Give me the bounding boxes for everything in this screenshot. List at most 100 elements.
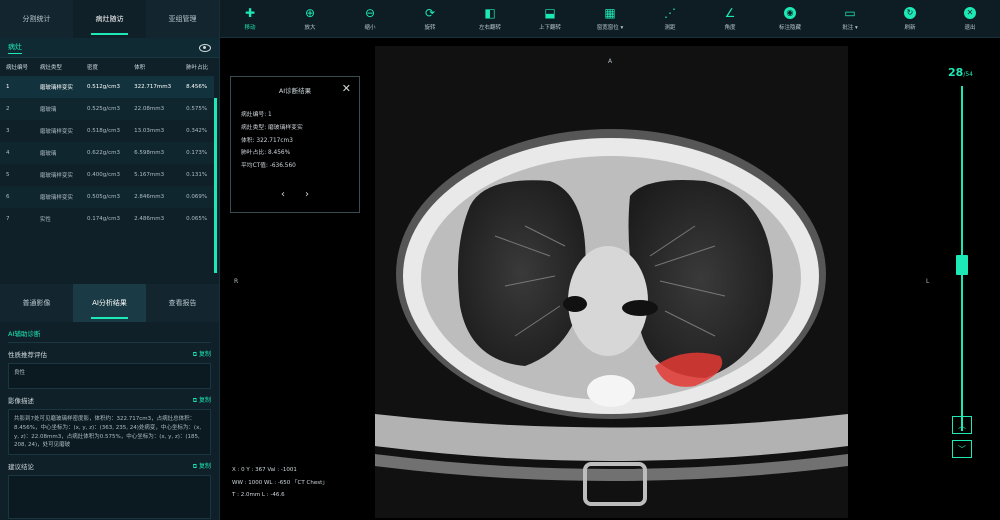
flip-horizontal-icon: ◧ xyxy=(484,6,496,20)
slice-total: /54 xyxy=(963,71,973,78)
toolbar-label: 角度 xyxy=(724,25,736,31)
table-cell: 13.03mm3 xyxy=(134,128,165,134)
lesion-nav: ‹ › xyxy=(231,189,359,200)
conclusion-label: 建议结论 xyxy=(8,463,34,471)
slice-down-button[interactable]: ﹀ xyxy=(952,440,972,458)
table-row[interactable]: 6 磨玻璃样变实 0.505g/cm3 2.846mm3 0.069% xyxy=(0,186,214,208)
toolbar-exit-button[interactable]: ✕ 退出 xyxy=(940,6,1000,31)
table-cell: 0.174g/cm3 xyxy=(87,216,120,222)
orientation-top: A xyxy=(608,58,613,65)
info-line: WW : 1000 WL : -650 「CT Chest」 xyxy=(232,479,328,486)
ai-row: 病灶类型: 磨玻璃样变实 xyxy=(241,124,303,131)
table-cell: 磨玻璃 xyxy=(33,142,82,164)
eye-icon[interactable] xyxy=(199,43,211,52)
slice-counter: 28/54 xyxy=(948,66,973,79)
tab-view-report[interactable]: 查看报告 xyxy=(146,284,219,322)
table-cell: 0.518g/cm3 xyxy=(87,128,120,134)
table-row[interactable]: 1 磨玻璃样变实 0.512g/cm3 322.717mm3 8.456% xyxy=(0,76,214,98)
toolbar-label: 旋转 xyxy=(424,25,436,31)
ai-section: AI辅助诊断 性质推荐评估 ⧉ 复制 良性 影像描述 ⧉ 复制 共影到7处可见磨… xyxy=(0,322,219,520)
tab-lesion-followup[interactable]: 病灶随访 xyxy=(73,0,146,38)
tab-segmentation-stats[interactable]: 分割统计 xyxy=(0,0,73,38)
table-cell: 2.486mm3 xyxy=(134,216,165,222)
toolbar-eye-button[interactable]: ◉ 标注隐藏 xyxy=(760,6,820,31)
slice-up-button[interactable]: ︿ xyxy=(952,416,972,434)
conclusion-field[interactable] xyxy=(8,475,211,519)
table-row[interactable]: 7 实性 0.174g/cm3 2.486mm3 0.065% xyxy=(0,208,214,230)
table-cell: 0.342% xyxy=(186,128,208,134)
table-cell: 0.622g/cm3 xyxy=(81,142,129,164)
toolbar-measure-button[interactable]: ⋰ 测距 xyxy=(640,6,700,31)
table-cell: 0.505g/cm3 xyxy=(81,186,129,208)
table-cell: 磨玻璃样变实 xyxy=(39,129,73,135)
copy-button[interactable]: ⧉ 复制 xyxy=(193,461,211,471)
table-cell: 磨玻璃 xyxy=(33,98,82,120)
scroll-thumb[interactable] xyxy=(214,98,217,273)
slice-thumb[interactable] xyxy=(956,255,968,276)
toolbar-label: 刷新 xyxy=(904,25,916,31)
toolbar-label: 上下翻转 xyxy=(538,25,561,31)
bottom-tabs: 普通影像 AI分析结果 查看报告 xyxy=(0,284,219,322)
chevron-up-icon: ︿ xyxy=(958,420,966,430)
description-field[interactable]: 共影到7处可见磨玻璃样密度影，体积约：322.717cm3，占病灶总体积：8.4… xyxy=(8,409,211,455)
tab-subgroup[interactable]: 亚组管理 xyxy=(146,0,219,38)
table-cell: 6.598mm3 xyxy=(128,142,181,164)
field-head: 建议结论 ⧉ 复制 xyxy=(8,461,211,471)
table-cell: 0.069% xyxy=(180,186,214,208)
table-cell: 磨玻璃样变实 xyxy=(33,76,82,98)
top-tabs: 分割统计 病灶随访 亚组管理 xyxy=(0,0,219,38)
ct-scan-image[interactable] xyxy=(375,46,848,518)
nature-field[interactable]: 良性 xyxy=(8,363,211,389)
image-info: X : 0 Y : 367 Val : -1001 WW : 1000 WL :… xyxy=(232,464,328,502)
toolbar-label: 移动 xyxy=(244,25,256,31)
table-cell: 0.512g/cm3 xyxy=(81,76,129,98)
nature-label: 性质推荐评估 xyxy=(8,351,47,359)
toolbar-rotate-button[interactable]: ⟳ 旋转 xyxy=(400,6,460,31)
toolbar-label: 窗宽窗位 ▾ xyxy=(596,25,624,31)
col-header: 肺叶占比 xyxy=(180,58,214,76)
table-cell: 6 xyxy=(0,186,34,208)
lesion-table-wrap: 病灶编号 病灶类型 密度 体积 肺叶占比 1 磨玻璃样变实 0.512g/cm3 32… xyxy=(0,58,219,278)
tab-normal-image[interactable]: 普通影像 xyxy=(0,284,73,322)
copy-label: 复制 xyxy=(198,463,211,470)
refresh-icon: ↻ xyxy=(903,6,917,20)
toolbar-zoom-out-button[interactable]: ⊖ 缩小 xyxy=(340,6,400,31)
toolbar-zoom-in-button[interactable]: ⊕ 放大 xyxy=(280,6,340,31)
toolbar-move-button[interactable]: ✚ 移动 xyxy=(220,6,280,31)
table-row[interactable]: 2 磨玻璃 0.525g/cm3 22.08mm3 0.575% xyxy=(0,98,214,120)
copy-button[interactable]: ⧉ 复制 xyxy=(193,395,211,405)
toolbar-refresh-button[interactable]: ↻ 刷新 xyxy=(880,6,940,31)
measure-icon: ⋰ xyxy=(664,6,676,20)
image-viewer[interactable]: A R L AI诊断结果 ✕ 病灶编号: 1 病灶类型: 磨玻璃样变实 体积: … xyxy=(220,38,940,520)
ai-row: 病灶编号: 1 xyxy=(241,112,272,118)
table-row[interactable]: 4 磨玻璃 0.622g/cm3 6.598mm3 0.173% xyxy=(0,142,214,164)
table-cell: 0.400g/cm3 xyxy=(87,172,120,178)
ai-row: 肺叶占比: 8.456% xyxy=(241,150,291,157)
copy-button[interactable]: ⧉ 复制 xyxy=(193,349,211,359)
toolbar-window-level-button[interactable]: ▦ 窗宽窗位 ▾ xyxy=(580,6,640,31)
table-cell: 0.173% xyxy=(180,142,214,164)
close-icon[interactable]: ✕ xyxy=(342,82,351,95)
table-cell: 磨玻璃样变实 xyxy=(39,173,73,179)
chevron-right-icon[interactable]: › xyxy=(305,189,309,200)
orientation-right: L xyxy=(926,278,930,285)
toolbar-flip-horizontal-button[interactable]: ◧ 左右翻转 xyxy=(460,6,520,31)
lesion-chip[interactable]: 病灶 xyxy=(8,42,22,54)
ai-row: 体积: 322.717cm3 xyxy=(241,137,293,144)
toolbar-comment-button[interactable]: ▭ 批注 ▾ xyxy=(820,6,880,31)
col-header: 病灶编号 xyxy=(0,58,34,76)
angle-icon: ∠ xyxy=(724,6,736,20)
table-row[interactable]: 5 磨玻璃样变实 0.400g/cm3 5.167mm3 0.131% xyxy=(0,164,214,186)
table-cell: 5.167mm3 xyxy=(134,172,165,178)
table-scrollbar[interactable] xyxy=(214,98,217,273)
field-head: 影像描述 ⧉ 复制 xyxy=(8,395,211,405)
table-row[interactable]: 3 磨玻璃样变实 0.518g/cm3 13.03mm3 0.342% xyxy=(0,120,214,142)
left-panel: 分割统计 病灶随访 亚组管理 病灶 病灶编号 病灶类型 密度 体积 肺叶占比 1… xyxy=(0,0,220,520)
rotate-icon: ⟳ xyxy=(424,6,436,20)
toolbar-angle-button[interactable]: ∠ 角度 xyxy=(700,6,760,31)
toolbar-flip-vertical-button[interactable]: ⬓ 上下翻转 xyxy=(520,6,580,31)
table-cell: 322.717mm3 xyxy=(128,76,181,98)
chevron-left-icon[interactable]: ‹ xyxy=(281,189,285,200)
tab-ai-result[interactable]: AI分析结果 xyxy=(73,284,146,322)
zoom-in-icon: ⊕ xyxy=(304,6,316,20)
